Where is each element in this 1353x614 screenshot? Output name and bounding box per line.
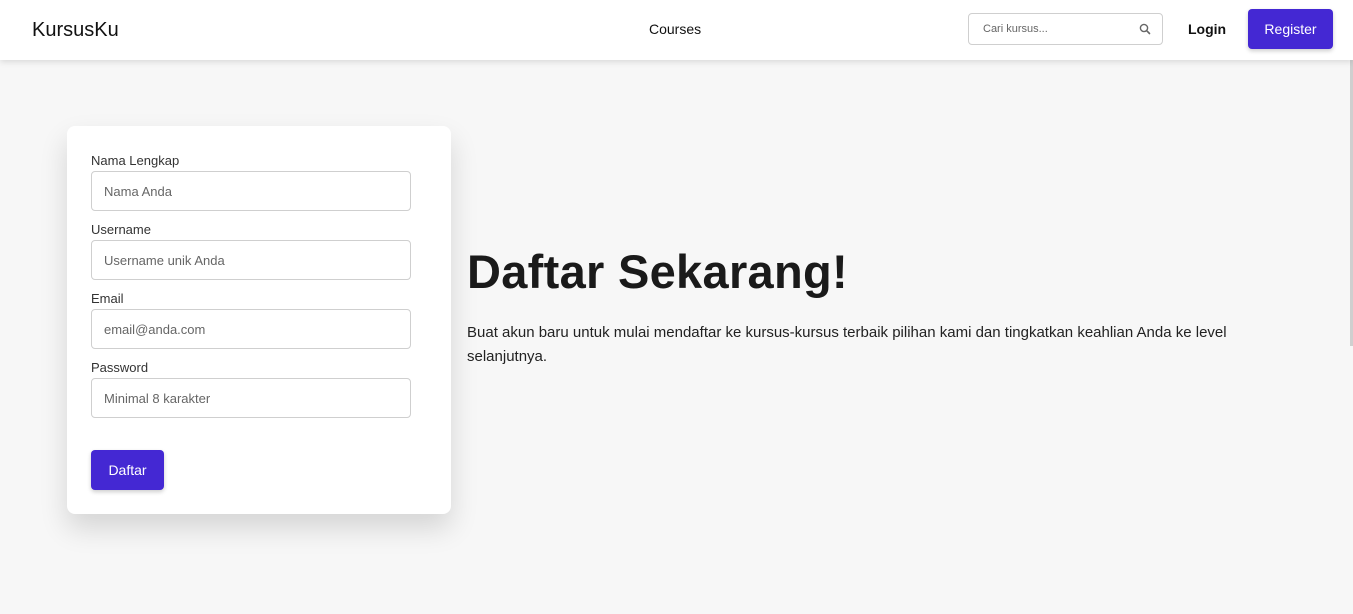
email-label: Email xyxy=(91,291,124,306)
password-input[interactable] xyxy=(91,378,411,418)
hero-title: Daftar Sekarang! xyxy=(467,245,848,298)
hero-description: Buat akun baru untuk mulai mendaftar ke … xyxy=(467,324,1227,365)
brand-logo[interactable]: KursusKu xyxy=(32,19,119,42)
register-form-card: Nama Lengkap Username Email Password Daf… xyxy=(67,126,451,514)
search-input[interactable] xyxy=(981,14,1131,44)
search-box xyxy=(968,13,1163,45)
full-name-input[interactable] xyxy=(91,171,411,211)
search-icon[interactable] xyxy=(1138,22,1152,36)
login-link[interactable]: Login xyxy=(1188,21,1226,37)
password-label: Password xyxy=(91,360,149,375)
daftar-submit-button[interactable]: Daftar xyxy=(91,450,164,490)
navbar: KursusKu Courses Login Register xyxy=(0,0,1353,60)
full-name-label: Nama Lengkap xyxy=(91,153,180,168)
email-input[interactable] xyxy=(91,309,411,349)
register-button[interactable]: Register xyxy=(1248,9,1333,49)
nav-link-courses[interactable]: Courses xyxy=(649,21,701,37)
username-input[interactable] xyxy=(91,240,411,280)
username-label: Username xyxy=(91,222,151,237)
